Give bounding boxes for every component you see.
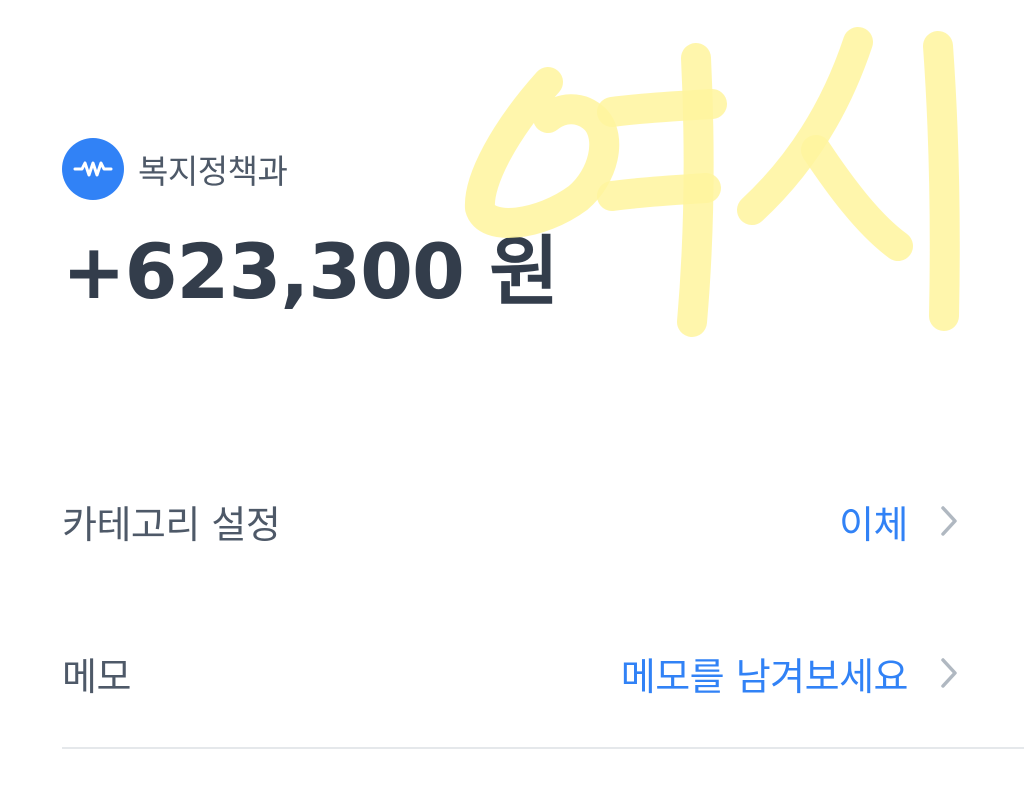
chevron-right-icon[interactable] (936, 501, 962, 541)
category-selector[interactable]: 이체 (839, 494, 962, 549)
sender-info: 복지정책과 (62, 138, 288, 200)
category-label: 카테고리 설정 (62, 502, 281, 547)
memo-placeholder[interactable]: 메모를 남겨보세요 (621, 646, 909, 701)
category-value[interactable]: 이체 (839, 494, 908, 549)
sender-name: 복지정책과 (138, 152, 288, 191)
chevron-right-icon[interactable] (936, 653, 962, 693)
memo-label: 메모 (62, 654, 131, 699)
transaction-amount: +623,300 원 (62, 227, 559, 316)
memo-row[interactable]: 메모 메모를 남겨보세요 (62, 633, 962, 713)
section-divider (62, 747, 1024, 749)
memo-selector[interactable]: 메모를 남겨보세요 (621, 646, 962, 701)
category-row[interactable]: 카테고리 설정 이체 (62, 481, 962, 561)
won-coin-icon (62, 138, 124, 200)
